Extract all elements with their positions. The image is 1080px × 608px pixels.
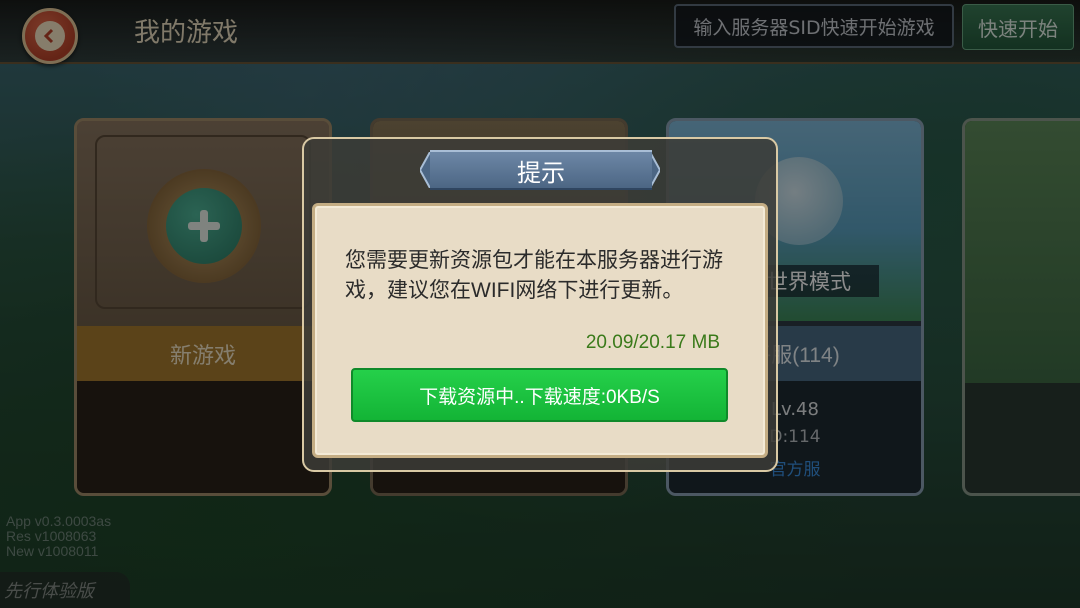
dialog-title: 提示 [430, 150, 652, 190]
dialog-message: 您需要更新资源包才能在本服务器进行游戏，建议您在WIFI网络下进行更新。 [345, 249, 723, 302]
download-progress-text: 20.09/20.17 MB [585, 332, 720, 353]
download-status-button[interactable]: 下载资源中..下载速度:0KB/S [351, 368, 728, 422]
